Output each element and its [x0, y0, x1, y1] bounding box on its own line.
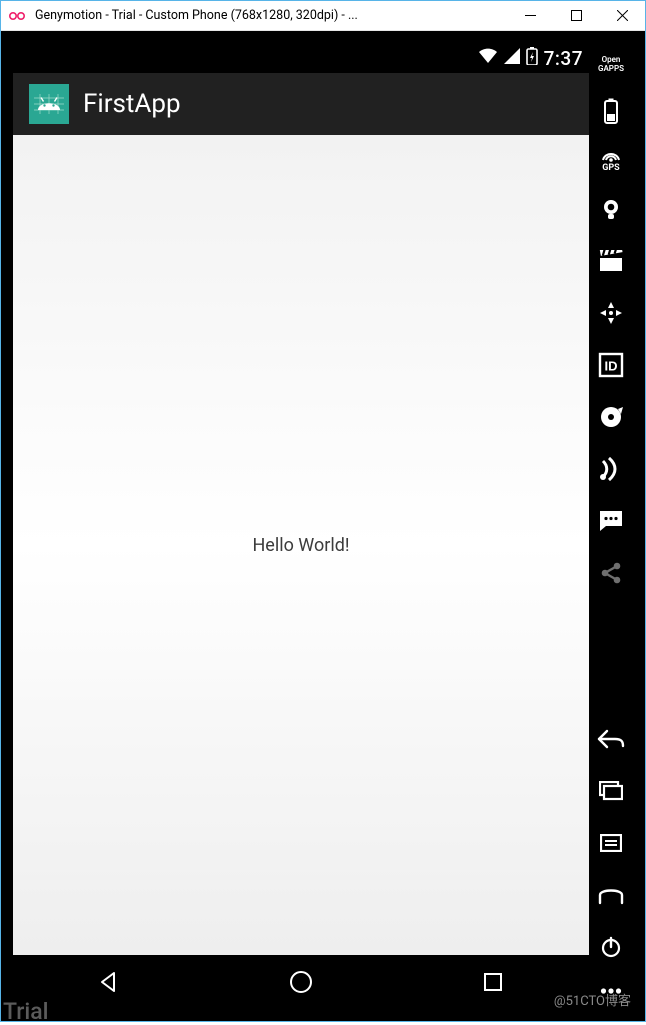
- nav-back-button[interactable]: [79, 962, 139, 1002]
- minimize-button[interactable]: [507, 1, 553, 31]
- windows-titlebar: Genymotion - Trial - Custom Phone (768x1…: [1, 1, 645, 31]
- battery-tool-button[interactable]: [589, 85, 633, 137]
- signal-icon: [504, 48, 520, 68]
- status-clock: 7:37: [544, 47, 583, 70]
- hw-recent-button[interactable]: [589, 765, 633, 817]
- gps-tool-button[interactable]: GPS: [589, 137, 633, 183]
- hw-power-button[interactable]: [589, 921, 633, 973]
- window-title: Genymotion - Trial - Custom Phone (768x1…: [35, 8, 358, 23]
- svg-text:ID: ID: [605, 359, 618, 374]
- open-gapps-label-1: Open: [598, 55, 624, 64]
- maximize-button[interactable]: [553, 1, 599, 31]
- wifi-icon: [478, 48, 498, 68]
- battery-charging-icon: [526, 47, 538, 69]
- genymotion-logo-icon: [7, 1, 29, 31]
- share-tool-button[interactable]: [589, 547, 633, 599]
- app-launcher-icon: [29, 84, 69, 124]
- camera-tool-button[interactable]: [589, 183, 633, 235]
- hw-home-button[interactable]: [589, 869, 633, 921]
- hw-back-button[interactable]: [589, 713, 633, 765]
- hw-menu-button[interactable]: [589, 817, 633, 869]
- app-content: Hello World!: [13, 135, 589, 955]
- emulator-frame: 7:37: [1, 31, 645, 1021]
- gps-label: GPS: [602, 163, 619, 173]
- identifier-tool-button[interactable]: ID: [589, 339, 633, 391]
- action-bar: FirstApp: [13, 73, 589, 135]
- clapboard-tool-button[interactable]: [589, 235, 633, 287]
- nav-recent-button[interactable]: [463, 962, 523, 1002]
- action-bar-title: FirstApp: [83, 89, 181, 119]
- open-gapps-label-2: GAPPS: [598, 64, 624, 73]
- cto-watermark: @51CTO博客: [554, 990, 631, 1009]
- dpad-tool-button[interactable]: [589, 287, 633, 339]
- phone-screen: 7:37: [13, 43, 589, 1009]
- disk-tool-button[interactable]: [589, 391, 633, 443]
- android-status-bar: 7:37: [13, 43, 589, 73]
- network-tool-button[interactable]: [589, 443, 633, 495]
- sms-tool-button[interactable]: [589, 495, 633, 547]
- nav-home-button[interactable]: [271, 962, 331, 1002]
- open-gapps-button[interactable]: Open GAPPS: [589, 43, 633, 85]
- trial-watermark: Trial: [3, 998, 48, 1025]
- emulator-side-toolbar: Open GAPPS GPS: [589, 43, 633, 1009]
- hello-world-label: Hello World!: [252, 535, 349, 556]
- close-button[interactable]: [599, 1, 645, 31]
- android-nav-bar: [13, 955, 589, 1009]
